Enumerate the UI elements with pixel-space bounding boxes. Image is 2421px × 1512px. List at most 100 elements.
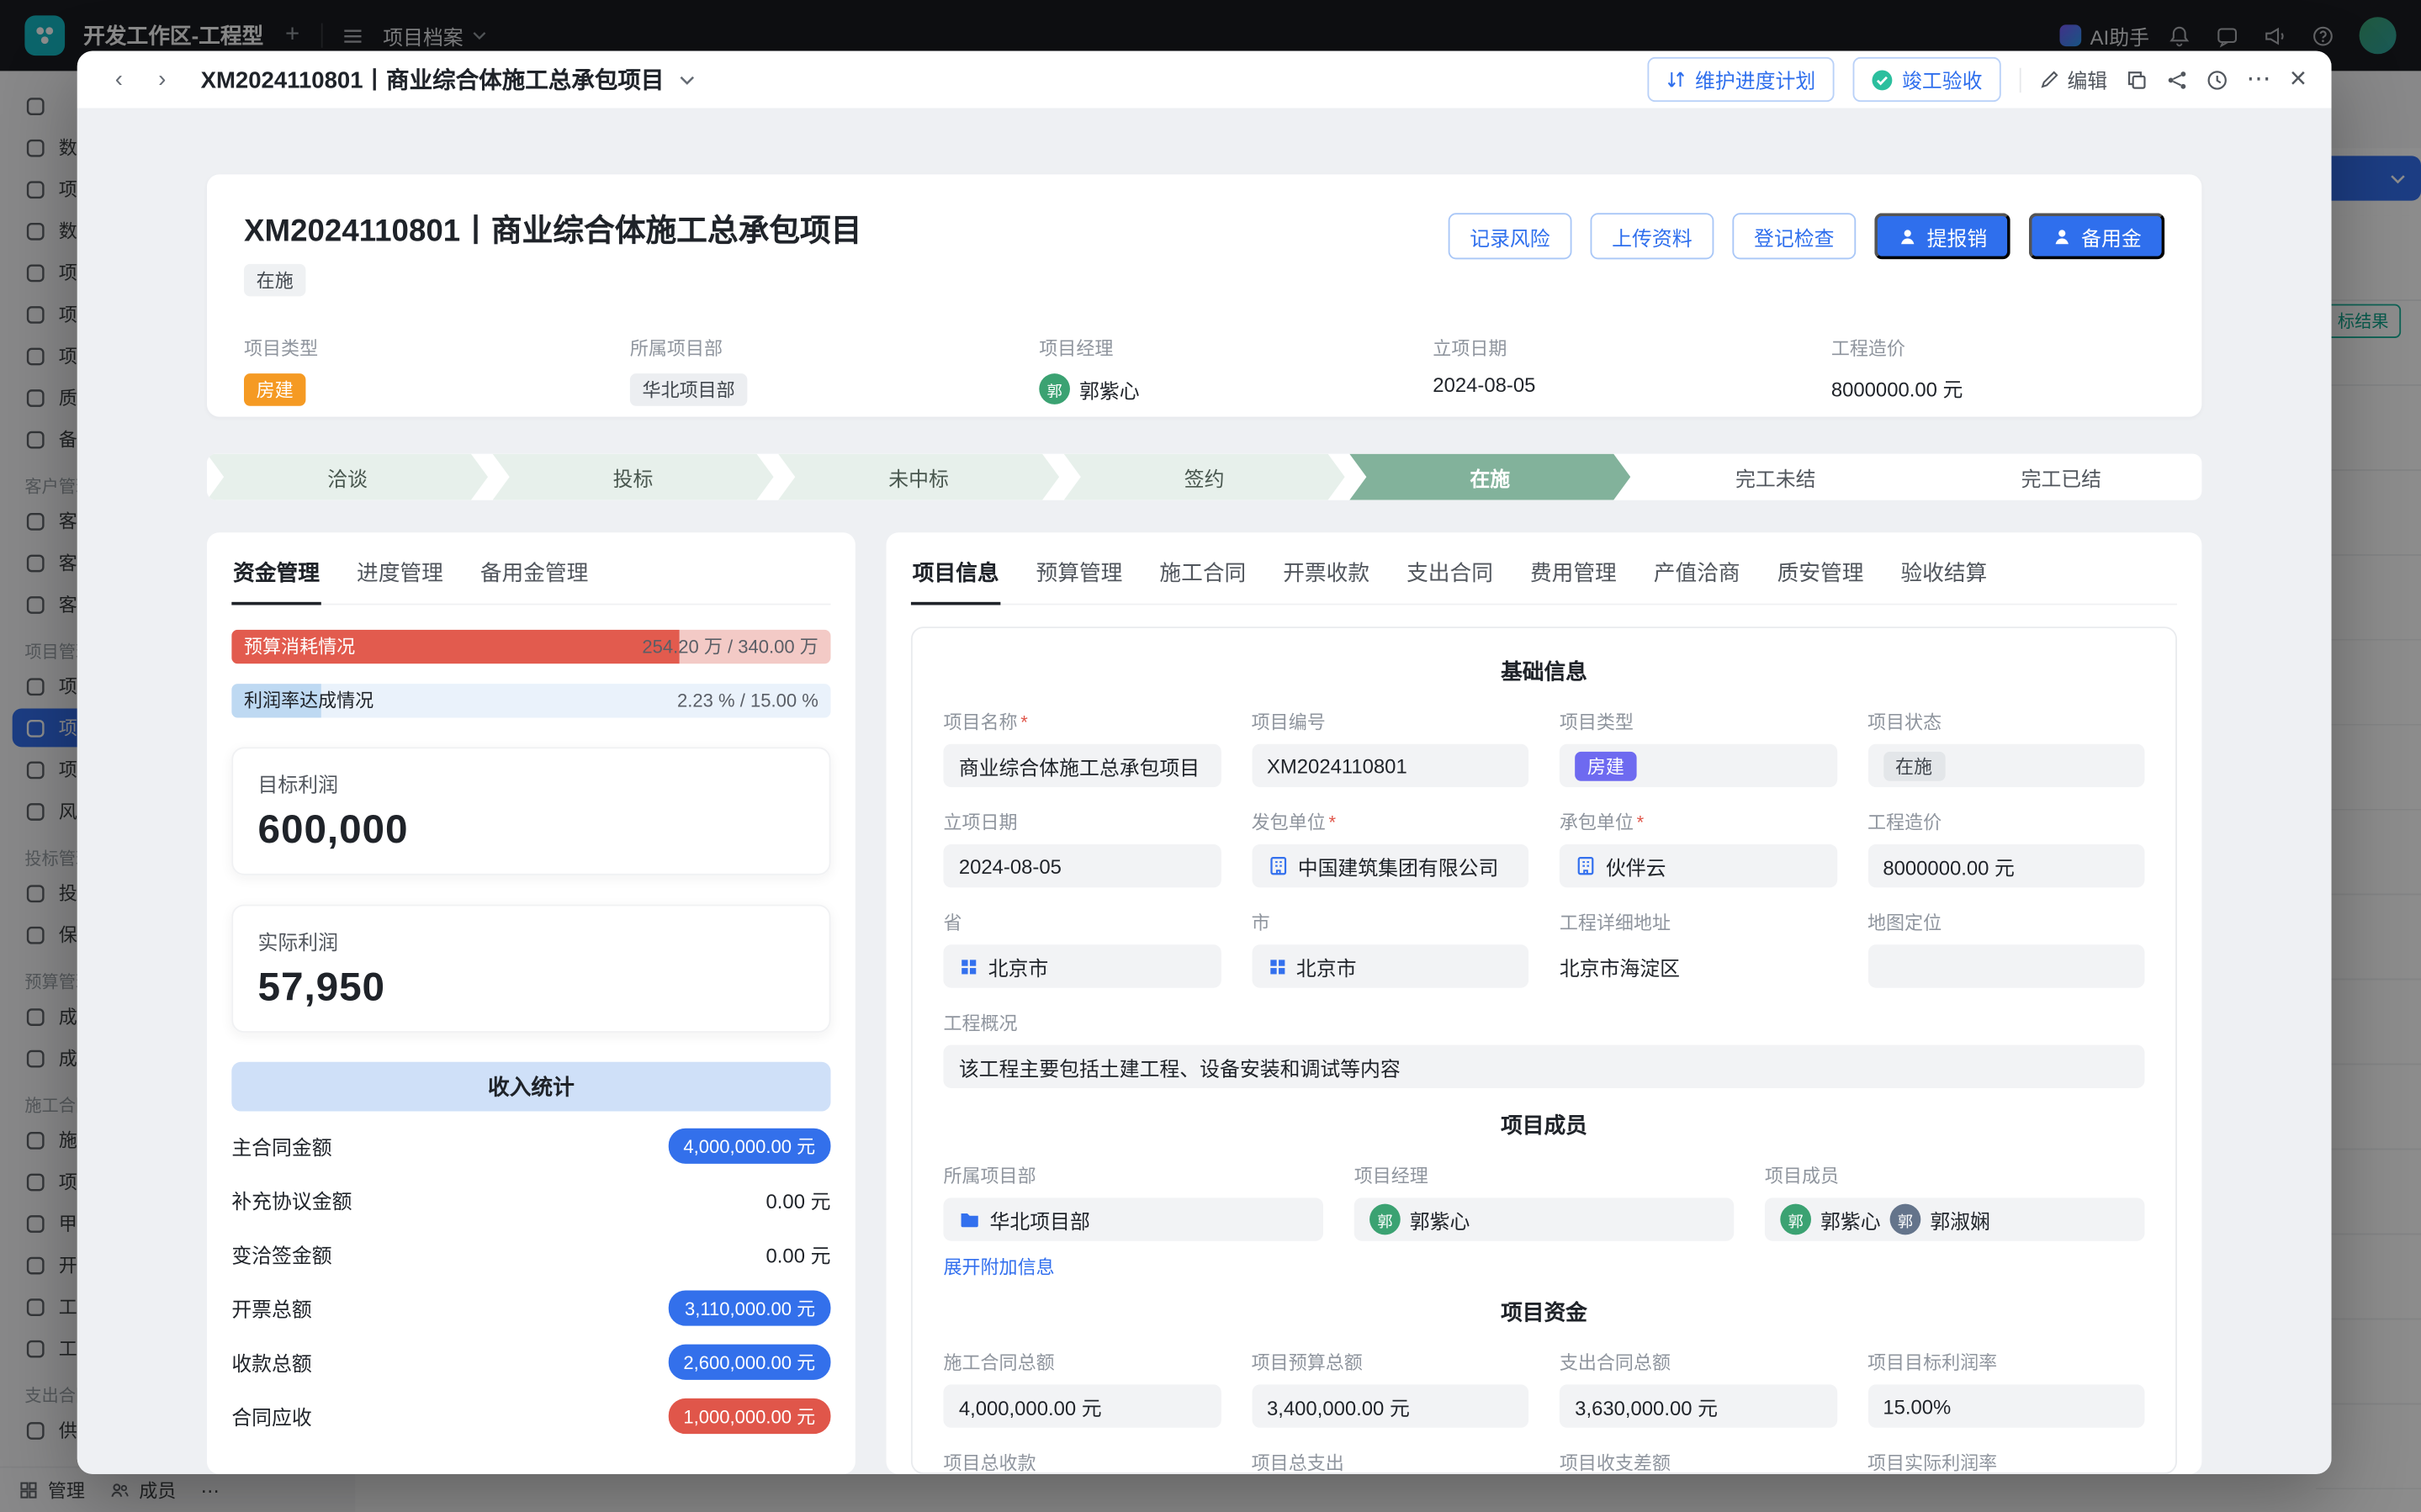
stage-segment[interactable]: 洽谈 [207, 454, 488, 500]
fund-field-value: 4,000,000.00 元 [943, 1384, 1220, 1427]
region-grid-icon [1267, 956, 1287, 976]
right-panel-tab[interactable]: 验收结算 [1899, 554, 1989, 605]
fund-field-label: 项目目标利润率 [1867, 1349, 2144, 1375]
fund-field: 项目总支出 2,542,050.00 元 [1252, 1449, 1528, 1473]
fund-field-label: 项目收支差额 [1560, 1449, 1836, 1473]
project-action-button[interactable]: 提报销 [1874, 213, 2010, 259]
completion-acceptance-button[interactable]: 竣工验收 [1852, 57, 2000, 102]
field-owner: 发包单位* 中国建筑集团有限公司 [1252, 809, 1528, 888]
folder-icon [959, 1208, 981, 1230]
money-row: 变洽签金额 0.00 元 [231, 1227, 830, 1281]
avatar: 郭 [1039, 373, 1070, 404]
field-type: 项目类型 房建 [1560, 708, 1836, 787]
project-action-button[interactable]: 备用金 [2029, 213, 2165, 259]
fund-field-label: 施工合同总额 [943, 1349, 1220, 1375]
project-action-button[interactable]: 登记检查 [1732, 213, 1856, 259]
right-panel-tab[interactable]: 支出合同 [1405, 554, 1494, 605]
fund-field-value: 3,400,000.00 元 [1252, 1384, 1528, 1427]
stage-segment[interactable]: 完工已结 [1920, 454, 2201, 500]
field-department: 所属项目部 华北项目部 [630, 335, 1039, 405]
right-panel-tab[interactable]: 产值洽商 [1652, 554, 1741, 605]
budget-consumption-bar: 预算消耗情况 254.20 万 / 340.00 万 [231, 630, 830, 663]
section-members: 项目成员 [943, 1110, 2144, 1141]
pencil-icon [2039, 70, 2059, 90]
fund-field-label: 支出合同总额 [1560, 1349, 1836, 1375]
right-panel-tab[interactable]: 费用管理 [1528, 554, 1618, 605]
field-code: 项目编号 XM2024110801 [1252, 708, 1528, 787]
section-funds: 项目资金 [943, 1297, 2144, 1328]
close-icon[interactable]: × [2290, 65, 2307, 94]
project-detail-panel: 项目信息 预算管理 施工合同 开票收款 [887, 532, 2202, 1474]
fund-field: 项目总收款 2,600,000.00 元 [943, 1449, 1220, 1473]
modal-header: ‹ › XM2024110801丨商业综合体施工总承包项目 维护进度计划 竣工验… [77, 51, 2332, 108]
project-action-buttons: 记录风险 上传资料 登记检查 [1449, 213, 2165, 259]
right-panel-tab[interactable]: 施工合同 [1158, 554, 1248, 605]
money-row: 主合同金额 4,000,000.00 元 [231, 1119, 830, 1173]
stage-segment[interactable]: 投标 [493, 454, 774, 500]
stage-segment[interactable]: 在施 [1349, 454, 1630, 500]
field-project-cost: 工程造价 8000000.00 元 [1831, 335, 1963, 405]
money-row-value: 2,600,000.00 元 [668, 1345, 830, 1380]
modal-body: XM2024110801丨商业综合体施工总承包项目 在施 记录风险 上传资料 [77, 108, 2332, 1473]
copy-icon[interactable] [2126, 69, 2148, 91]
field-start-date: 立项日期 2024-08-05 [1433, 335, 1831, 405]
edit-button[interactable]: 编辑 [2039, 65, 2107, 94]
field-overview: 工程概况 该工程主要包括土建工程、设备安装和调试等内容 [943, 1009, 2144, 1088]
right-panel-tab[interactable]: 开票收款 [1281, 554, 1370, 605]
avatar: 郭 [1369, 1204, 1401, 1235]
money-row: 合同应收 1,000,000.00 元 [231, 1389, 830, 1443]
avatar: 郭 [1780, 1204, 1811, 1235]
right-panel-tab[interactable]: 质安管理 [1776, 554, 1865, 605]
maintain-schedule-button[interactable]: 维护进度计划 [1647, 57, 1834, 102]
field-city: 市 北京市 [1252, 909, 1528, 988]
profit-rate-bar: 利润率达成情况 2.23 % / 15.00 % [231, 684, 830, 717]
history-icon[interactable] [2206, 69, 2228, 91]
right-panel-tabs: 项目信息 预算管理 施工合同 开票收款 [911, 554, 2177, 605]
income-statistics-button[interactable]: 收入统计 [231, 1062, 830, 1112]
title-chevron-down-icon[interactable] [680, 75, 695, 84]
money-row: 开票总额 3,110,000.00 元 [231, 1281, 830, 1335]
project-action-button[interactable]: 上传资料 [1590, 213, 1714, 259]
field-team: 项目成员 郭 郭紫心 [1765, 1162, 2145, 1281]
project-detail-modal: ‹ › XM2024110801丨商业综合体施工总承包项目 维护进度计划 竣工验… [77, 51, 2332, 1474]
left-panel-tab[interactable]: 进度管理 [355, 554, 444, 605]
project-summary-fields: 项目类型 房建 所属项目部 华北项目部 项目经理 郭 郭紫心 [244, 335, 2164, 405]
field-name: 项目名称* 商业综合体施工总承包项目 [943, 708, 1220, 787]
stage-segment[interactable]: 完工未结 [1635, 454, 1916, 500]
project-stage-stepper: 洽谈 投标 未中标 签约 在施 [207, 454, 2201, 500]
project-info-card: XM2024110801丨商业综合体施工总承包项目 在施 记录风险 上传资料 [207, 174, 2201, 416]
money-row: 补充协议金额 0.00 元 [231, 1173, 830, 1227]
divider [2020, 67, 2021, 92]
avatar: 郭 [1890, 1204, 1921, 1235]
modal-title: XM2024110801丨商业综合体施工总承包项目 [201, 63, 665, 96]
stage-segment[interactable]: 签约 [1064, 454, 1345, 500]
expand-info-link[interactable]: 展开附加信息 [943, 1253, 1054, 1279]
money-row-value: 3,110,000.00 元 [670, 1290, 831, 1325]
right-panel-tab[interactable]: 预算管理 [1035, 554, 1124, 605]
right-panel-tab[interactable]: 项目信息 [911, 554, 1000, 605]
forward-icon[interactable]: › [146, 62, 179, 96]
share-icon[interactable] [2166, 69, 2188, 91]
region-grid-icon [959, 956, 979, 976]
project-status-tag: 在施 [244, 264, 305, 297]
money-row-label: 变洽签金额 [231, 1240, 331, 1269]
money-row-label: 开票总额 [231, 1293, 311, 1323]
field-cost: 工程造价 8000000.00 元 [1867, 809, 2144, 888]
field-dept: 所属项目部 华北项目部 展开附加信息 [943, 1162, 1323, 1281]
person-chip: 郭 郭紫心 [1780, 1204, 1880, 1235]
money-summary-list: 主合同金额 4,000,000.00 元 补充协议金额 0.00 元 变洽签金额 [231, 1119, 830, 1443]
department-tag: 华北项目部 [630, 373, 748, 406]
person-chip: 郭 郭紫心 [1369, 1204, 1470, 1235]
project-action-button[interactable]: 记录风险 [1449, 213, 1572, 259]
field-map-location: 地图定位 [1867, 909, 2144, 988]
left-panel-tab[interactable]: 资金管理 [231, 554, 321, 605]
status-tag: 在施 [1883, 751, 1944, 780]
money-row-value: 0.00 元 [766, 1186, 831, 1215]
stage-segment[interactable]: 未中标 [778, 454, 1059, 500]
money-row-label: 主合同金额 [231, 1131, 331, 1160]
fund-field-value: 3,630,000.00 元 [1560, 1384, 1836, 1427]
back-icon[interactable]: ‹ [102, 62, 135, 96]
left-panel-tab[interactable]: 备用金管理 [479, 554, 590, 605]
more-icon[interactable]: ⋯ [2246, 67, 2270, 92]
field-status: 项目状态 在施 [1867, 708, 2144, 787]
